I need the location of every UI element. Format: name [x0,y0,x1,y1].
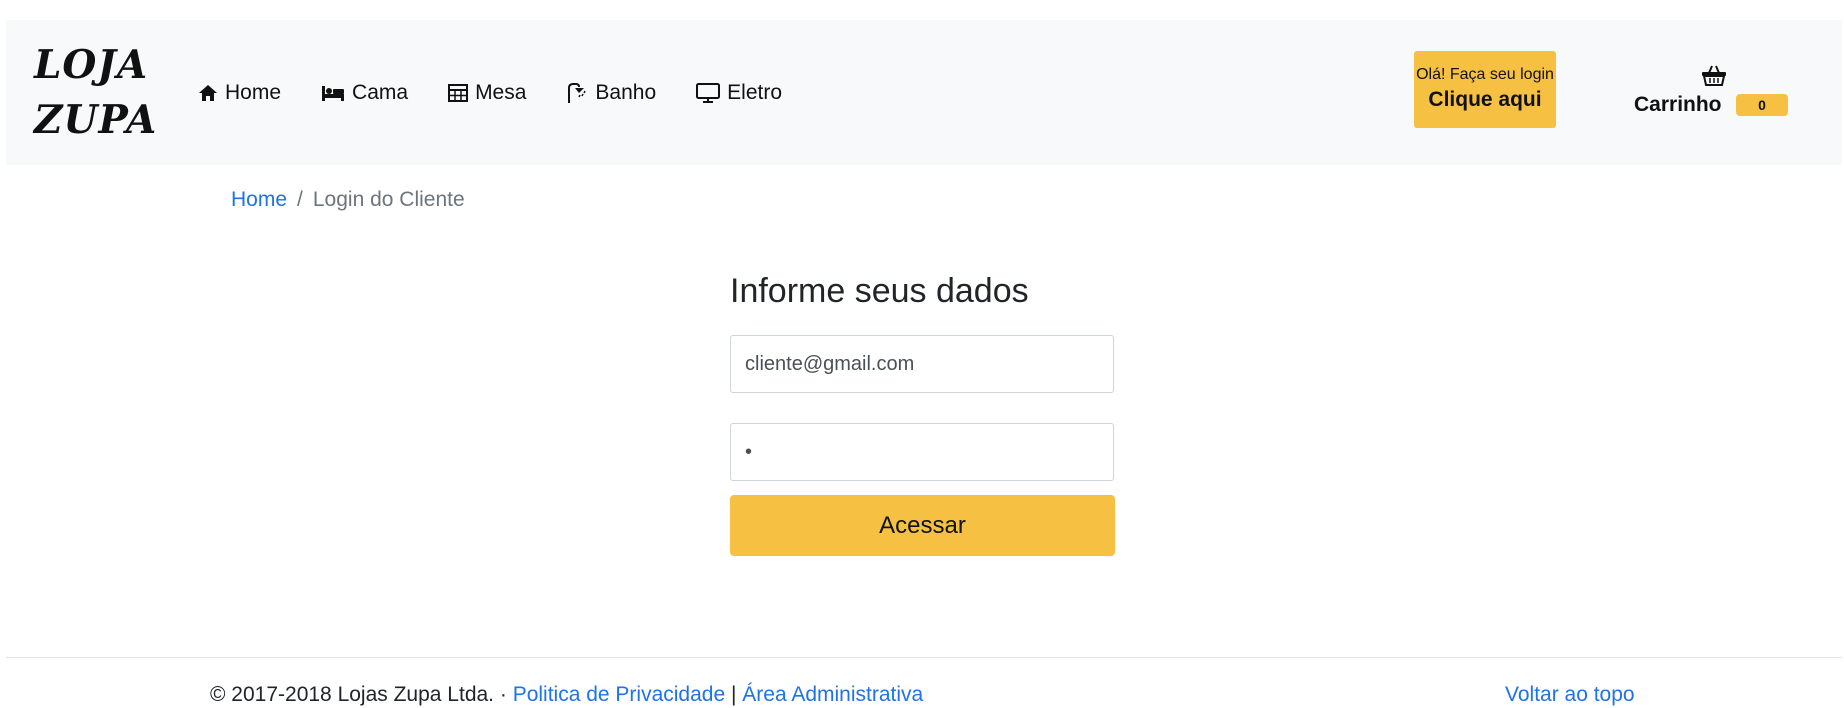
nav-item-label: Home [225,80,282,104]
footer-separator: | [730,683,737,706]
nav-item-mesa[interactable]: Mesa [448,81,526,105]
brand-line1: LOJA [34,42,149,88]
breadcrumb-separator: / [297,188,303,211]
nav-item-banho[interactable]: Banho [566,81,656,105]
monitor-icon [696,82,721,103]
breadcrumb-home-link[interactable]: Home [231,188,287,211]
email-field[interactable] [730,335,1114,393]
brand-logo[interactable]: LOJA ZUPA [34,38,158,148]
back-to-top-link[interactable]: Voltar ao topo [1505,683,1635,707]
nav-item-home[interactable]: Home [198,81,281,105]
breadcrumb: Home / Login do Cliente [231,188,465,212]
home-icon [198,84,218,102]
login-cta: Clique aqui [1428,88,1542,111]
nav-item-label: Eletro [727,80,783,104]
navbar: LOJA ZUPA Home Cama Mesa Banho Eletro Ol… [6,20,1842,165]
table-icon [448,83,469,102]
shower-icon [566,82,588,103]
nav-item-label: Cama [352,80,409,104]
cart-count-badge: 0 [1736,94,1788,116]
basket-icon [1701,64,1727,91]
copyright-text: © 2017-2018 Lojas Zupa Ltda. · [210,683,507,706]
submit-button[interactable]: Acessar [730,495,1115,556]
login-button[interactable]: Olá! Faça seu login Clique aqui [1414,51,1556,128]
nav-item-eletro[interactable]: Eletro [696,81,782,105]
password-field[interactable] [730,423,1114,481]
admin-link[interactable]: Área Administrativa [742,683,923,706]
form-title: Informe seus dados [730,272,1029,310]
privacy-link[interactable]: Politica de Privacidade [513,683,725,706]
brand-line2: ZUPA [34,97,158,143]
footer-copyright: © 2017-2018 Lojas Zupa Ltda. · Politica … [210,683,923,707]
cart-button[interactable]: Carrinho 0 [1634,60,1794,130]
nav-item-label: Banho [595,80,657,104]
main-nav: Home Cama Mesa Banho Eletro [198,20,822,165]
nav-item-cama[interactable]: Cama [321,81,408,105]
nav-item-label: Mesa [475,80,527,104]
login-greeting: Olá! Faça seu login [1416,66,1554,83]
bed-icon [321,84,345,102]
breadcrumb-current: Login do Cliente [312,188,465,211]
cart-label: Carrinho [1634,93,1722,116]
footer-divider [6,657,1842,658]
